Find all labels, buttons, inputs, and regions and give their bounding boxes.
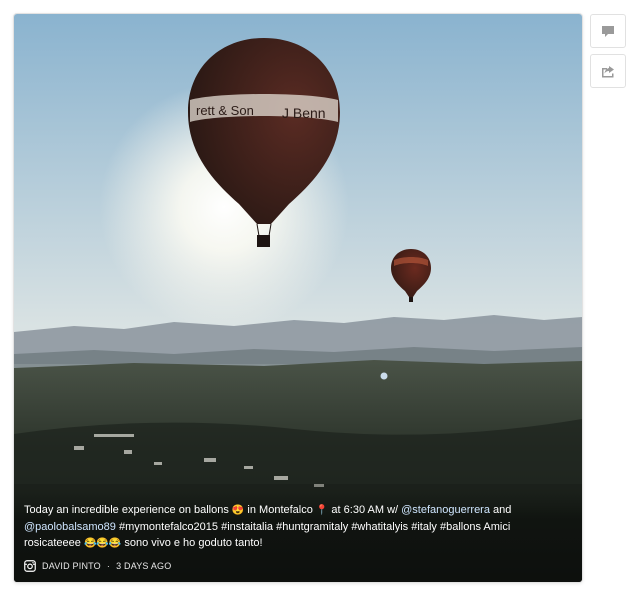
balloon-lettering-right: J Benn — [282, 105, 326, 121]
post-card[interactable]: rett & Son J Benn Today an incredible ex… — [14, 14, 582, 582]
post-meta: DAVID PINTO · 3 DAYS AGO — [24, 558, 570, 574]
heart-eyes-emoji: 😍 — [231, 505, 245, 516]
pin-emoji: 📍 — [315, 505, 329, 516]
mention-link[interactable]: @paolobalsamo89 — [24, 521, 116, 533]
instagram-icon[interactable] — [24, 560, 36, 572]
comment-button[interactable] — [590, 14, 626, 48]
meta-separator: · — [106, 561, 111, 571]
mention-link[interactable]: @stefanoguerrera — [401, 504, 490, 516]
post-time: 3 DAYS AGO — [116, 561, 172, 571]
post-caption: Today an incredible experience on ballon… — [14, 492, 582, 582]
balloon-lettering-left: rett & Son — [196, 103, 254, 118]
share-button[interactable] — [590, 54, 626, 88]
caption-text: Today an incredible experience on ballon… — [24, 504, 512, 549]
author-name[interactable]: DAVID PINTO — [42, 558, 101, 574]
share-icon — [602, 66, 614, 78]
comment-icon — [602, 26, 614, 37]
laughing-emoji: 😂😂😂 — [83, 538, 122, 549]
